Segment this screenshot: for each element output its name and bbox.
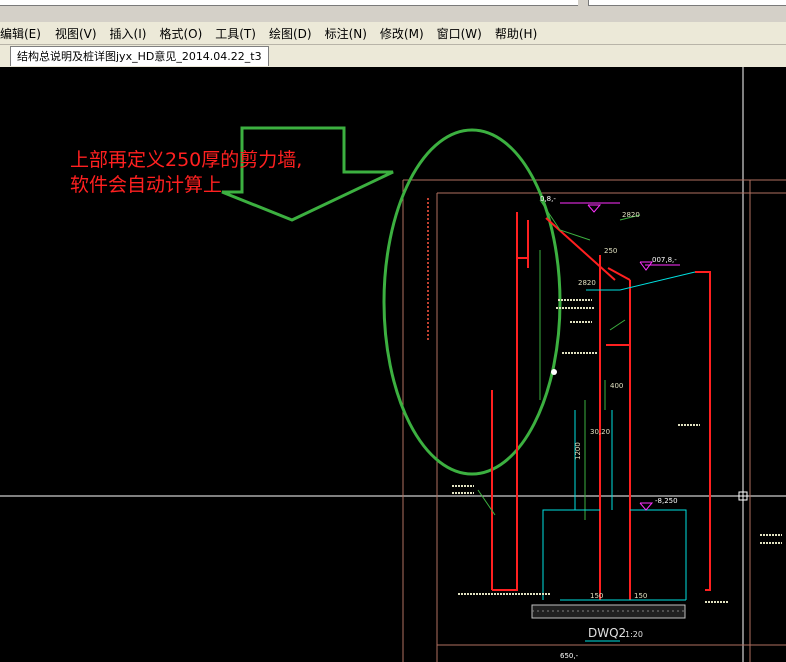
- snap-marker: [551, 369, 557, 375]
- annotation-line-1: 上部再定义250厚的剪力墙,: [70, 149, 302, 171]
- menu-edit[interactable]: 编辑(E): [0, 25, 41, 42]
- arrow-shape: [221, 126, 394, 222]
- dim-1200: 1200: [574, 442, 582, 460]
- elev-mid: -8,250: [655, 497, 678, 505]
- foundation-outline: [542, 271, 696, 601]
- document-tab[interactable]: 结构总说明及桩详图jyx_HD意见_2014.04.22_t3: [10, 46, 269, 66]
- menu-view[interactable]: 视图(V): [55, 25, 97, 42]
- footing-hatch: [531, 604, 686, 619]
- menu-insert[interactable]: 插入(I): [110, 25, 147, 42]
- elev-top: 0,8,-: [540, 195, 556, 203]
- drawing-caption: DWQ2 1:20: [585, 626, 643, 642]
- dim-400: 400: [610, 382, 623, 390]
- menu-dimension[interactable]: 标注(N): [325, 25, 367, 42]
- menu-modify[interactable]: 修改(M): [380, 25, 424, 42]
- caption-title: DWQ2: [588, 626, 626, 640]
- menu-window[interactable]: 窗口(W): [437, 25, 482, 42]
- dim-150-left: 150: [590, 592, 603, 600]
- dim-3020: 30,20: [590, 428, 610, 436]
- document-tab-bar: 结构总说明及桩详图jyx_HD意见_2014.04.22_t3: [0, 45, 786, 67]
- menu-draw[interactable]: 绘图(D): [269, 25, 312, 42]
- drawing-canvas[interactable]: 2820 250 2820 400 30,20 1200 150 150 0,8…: [0, 67, 786, 662]
- annotation-line-2: 软件会自动计算上: [70, 174, 222, 196]
- highlight-ellipse: [382, 128, 562, 476]
- elev-bottom: 650,-: [560, 652, 579, 660]
- menu-tools[interactable]: 工具(T): [215, 25, 256, 42]
- title-strip: [0, 0, 786, 22]
- command-field[interactable]: [0, 0, 578, 6]
- level-marks: [560, 202, 680, 511]
- dim-250: 250: [604, 247, 617, 255]
- menu-help[interactable]: 帮助(H): [495, 25, 537, 42]
- search-field[interactable]: [588, 0, 786, 6]
- dim-2820-lower: 2820: [578, 279, 596, 287]
- menu-format[interactable]: 格式(O): [159, 25, 202, 42]
- dim-150-right: 150: [634, 592, 647, 600]
- menu-bar: 编辑(E) 视图(V) 插入(I) 格式(O) 工具(T) 绘图(D) 标注(N…: [0, 22, 786, 45]
- dim-2820-top: 2820: [622, 211, 640, 219]
- elev-right: 007,8,-: [652, 256, 677, 264]
- wall-red-lines: [491, 212, 711, 600]
- annotation-text: 上部再定义250厚的剪力墙, 软件会自动计算上: [70, 149, 302, 196]
- caption-scale: 1:20: [625, 630, 643, 639]
- cad-drawing: 2820 250 2820 400 30,20 1200 150 150 0,8…: [0, 67, 786, 662]
- drawing-frame: [402, 179, 786, 662]
